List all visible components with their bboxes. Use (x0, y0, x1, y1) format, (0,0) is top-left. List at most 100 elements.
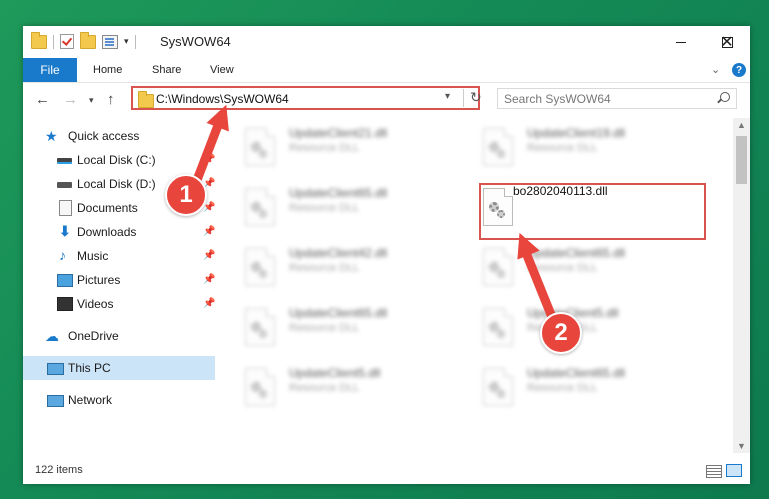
nav-item-downloads[interactable]: ⬇ Downloads 📌 (23, 220, 215, 244)
nav-item-pictures[interactable]: Pictures 📌 (23, 268, 215, 292)
file-name: UpdateClient21.dll (289, 126, 388, 140)
dll-file-icon (245, 308, 275, 346)
file-item[interactable]: UpdateClient21.dll Resource DLL (231, 120, 461, 176)
back-arrow-icon[interactable]: ← (35, 91, 50, 108)
file-highlight-box (479, 183, 706, 240)
qat-dropdown-icon[interactable]: ▾ (124, 36, 129, 47)
search-icon[interactable] (720, 92, 730, 102)
pin-icon[interactable]: 📌 (203, 226, 215, 237)
disk-icon (57, 158, 72, 164)
new-folder-icon[interactable] (80, 31, 96, 49)
tab-home[interactable]: Home (93, 58, 122, 82)
star-icon: ★ (45, 128, 58, 144)
pin-icon[interactable]: 📌 (203, 274, 215, 285)
file-item[interactable]: UpdateClient65.dll Resource DLL (231, 180, 461, 236)
disk-icon (57, 182, 72, 188)
pin-icon[interactable]: 📌 (203, 250, 215, 261)
recent-locations-icon[interactable]: ▾ (89, 95, 94, 106)
dll-file-icon (483, 248, 513, 286)
file-item[interactable]: UpdateClient19.dll Resource DLL (469, 120, 699, 176)
nav-label: Local Disk (C:) (77, 153, 156, 167)
file-name: UpdateClient5.dll (289, 366, 381, 380)
file-name: UpdateClient19.dll (527, 126, 626, 140)
item-count: 122 items (35, 464, 83, 476)
file-item[interactable]: UpdateClient42.dll Resource DLL (231, 240, 461, 296)
nav-label: Quick access (68, 129, 140, 143)
vertical-scrollbar[interactable]: ▲ ▼ (733, 118, 750, 453)
search-input[interactable]: Search SysWOW64 (497, 88, 737, 109)
file-name: UpdateClient65.dll (527, 366, 626, 380)
file-name: UpdateClient65.dll (527, 246, 626, 260)
file-item[interactable]: UpdateClient5.dll Resource DLL (469, 300, 699, 356)
up-arrow-icon[interactable]: ↑ (107, 91, 115, 108)
file-list: UpdateClient21.dll Resource DLL UpdateCl… (231, 118, 734, 453)
nav-item-local-disk-c[interactable]: Local Disk (C:) 📌 (23, 148, 215, 172)
cloud-icon: ☁ (45, 328, 59, 344)
ribbon-tabs: File Home Share View ⌄ ? (23, 58, 750, 83)
file-type: Resource DLL (289, 142, 360, 154)
nav-label: Videos (77, 297, 114, 311)
music-icon: ♪ (59, 247, 66, 263)
file-item[interactable]: UpdateClient65.dll Resource DLL (469, 360, 699, 416)
scroll-down-icon[interactable]: ▼ (737, 441, 746, 451)
scrollbar-thumb[interactable] (736, 136, 747, 184)
title-bar: ▾ SysWOW64 (23, 26, 750, 58)
customize-view-icon[interactable] (102, 34, 118, 49)
nav-label: Downloads (77, 225, 137, 239)
file-name: UpdateClient65.dll (289, 306, 388, 320)
refresh-icon[interactable]: ↻ (463, 89, 482, 107)
address-bar[interactable]: C:\Windows\SysWOW64 ▾ ↻ (131, 86, 482, 110)
nav-item-music[interactable]: ♪ Music 📌 (23, 244, 215, 268)
close-icon: ✕ (720, 34, 734, 51)
nav-label: Music (77, 249, 109, 263)
file-item[interactable]: UpdateClient65.dll Resource DLL (231, 300, 461, 356)
address-dropdown-icon[interactable]: ▾ (445, 91, 450, 102)
nav-label: OneDrive (68, 329, 119, 343)
folder-icon (31, 31, 47, 49)
downloads-icon: ⬇ (59, 223, 71, 239)
file-item[interactable]: UpdateClient5.dll Resource DLL (231, 360, 461, 416)
nav-item-onedrive[interactable]: ☁ OneDrive (23, 324, 215, 348)
large-icons-view-icon[interactable] (726, 464, 742, 477)
navigation-pane: ★ Quick access Local Disk (C:) 📌 Local D… (23, 118, 215, 453)
search-placeholder: Search SysWOW64 (504, 92, 611, 106)
pictures-icon (57, 274, 73, 287)
nav-label: Local Disk (D:) (77, 177, 156, 191)
divider (53, 34, 54, 49)
close-button[interactable]: ✕ (704, 26, 750, 58)
computer-icon (47, 363, 64, 375)
address-row: ← → ▾ ↑ C:\Windows\SysWOW64 ▾ ↻ Search S… (23, 83, 750, 116)
pin-icon[interactable]: 📌 (203, 298, 215, 309)
window-title: SysWOW64 (160, 34, 231, 49)
nav-item-quick-access[interactable]: ★ Quick access (23, 124, 215, 148)
file-type: Resource DLL (289, 382, 360, 394)
file-name: UpdateClient42.dll (289, 246, 388, 260)
dll-file-icon (245, 248, 275, 286)
tab-view[interactable]: View (210, 58, 234, 82)
annotation-badge-2: 2 (540, 312, 582, 354)
status-bar: 122 items (23, 458, 750, 484)
dll-file-icon (483, 368, 513, 406)
nav-item-this-pc[interactable]: This PC (23, 356, 215, 380)
minimize-button[interactable] (658, 26, 704, 58)
documents-icon (59, 200, 72, 216)
tab-share[interactable]: Share (152, 58, 181, 82)
videos-icon (57, 297, 73, 311)
file-item[interactable]: UpdateClient65.dll Resource DLL (469, 240, 699, 296)
file-type: Resource DLL (527, 382, 598, 394)
nav-item-videos[interactable]: Videos 📌 (23, 292, 215, 316)
properties-checkmark-icon[interactable] (60, 34, 74, 49)
help-icon[interactable]: ? (732, 63, 746, 77)
details-view-icon[interactable] (706, 465, 722, 478)
forward-arrow-icon[interactable]: → (63, 91, 78, 108)
file-name: UpdateClient65.dll (289, 186, 388, 200)
divider (134, 34, 136, 49)
nav-label: This PC (68, 361, 111, 375)
folder-icon (138, 91, 154, 108)
scroll-up-icon[interactable]: ▲ (737, 120, 746, 130)
nav-item-network[interactable]: Network (23, 388, 215, 412)
dll-file-icon (483, 128, 513, 166)
expand-ribbon-icon[interactable]: ⌄ (711, 63, 720, 76)
quick-access-toolbar: ▾ (31, 31, 136, 49)
tab-file[interactable]: File (23, 58, 77, 82)
